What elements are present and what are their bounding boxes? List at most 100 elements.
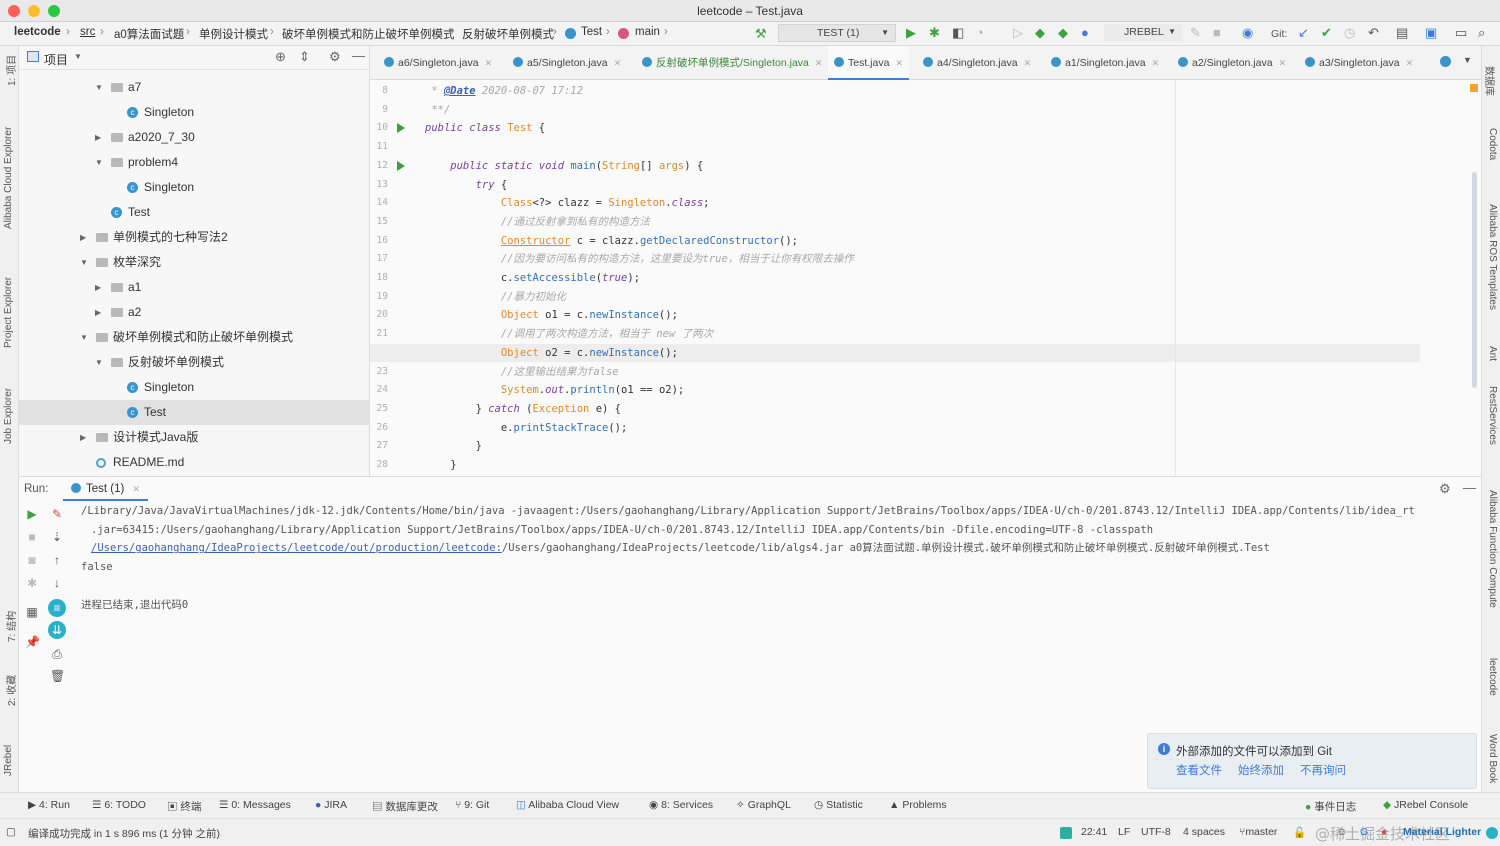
- translate-icon[interactable]: ▣: [1425, 25, 1437, 41]
- trash-icon[interactable]: 🗑: [50, 669, 65, 683]
- run-configuration-select[interactable]: TEST (1) ▼: [778, 24, 896, 42]
- theme-icon[interactable]: [1486, 827, 1498, 839]
- editor-tab[interactable]: Test.java ✕: [828, 46, 909, 80]
- collapse-arrow-icon[interactable]: ▶: [80, 425, 86, 450]
- tool-window-word-book[interactable]: Word Book: [1487, 734, 1498, 783]
- run-gutter-icon[interactable]: [397, 123, 405, 134]
- always-add-link[interactable]: 始终添加: [1238, 762, 1284, 778]
- build-hammer-icon[interactable]: ⚒: [755, 26, 767, 42]
- close-tab-icon[interactable]: ✕: [815, 58, 823, 68]
- breadcrumb-method[interactable]: main: [635, 26, 660, 38]
- sort-icon[interactable]: ⇣: [50, 530, 64, 544]
- tree-item[interactable]: c Test: [19, 400, 370, 425]
- warning-marker-icon[interactable]: [1470, 84, 1478, 92]
- tool-window-leetcode[interactable]: leetcode: [1487, 658, 1498, 696]
- tree-item[interactable]: c Singleton: [19, 375, 370, 400]
- tab-git[interactable]: ⑂ 9: Git: [455, 799, 489, 811]
- inspector-icon[interactable]: ☺: [1337, 826, 1348, 838]
- jrebel-select[interactable]: JREBEL ▼: [1104, 24, 1182, 42]
- tree-item[interactable]: ▶ a1: [19, 275, 370, 300]
- expand-arrow-icon[interactable]: ▼: [95, 350, 103, 375]
- dont-ask-again-link[interactable]: 不再询问: [1300, 762, 1346, 778]
- expand-arrow-icon[interactable]: ▼: [95, 75, 103, 100]
- run-icon[interactable]: ▶: [906, 25, 916, 41]
- tool-window-project[interactable]: 1: 项目: [3, 55, 18, 86]
- tree-item[interactable]: c Singleton: [19, 175, 370, 200]
- tree-item[interactable]: README.md: [19, 450, 370, 475]
- editor-tab[interactable]: a6/Singleton.java ✕: [378, 46, 498, 80]
- run-gutter-icon[interactable]: [397, 160, 405, 171]
- error-icon[interactable]: ●: [1381, 826, 1387, 838]
- breadcrumb-package-3[interactable]: 破坏单例模式和防止破坏单例模式: [282, 26, 455, 42]
- classpath-link[interactable]: /Users/gaohanghang/IdeaProjects/leetcode…: [91, 542, 502, 554]
- breadcrumb-package-1[interactable]: a0算法面试题: [114, 26, 184, 42]
- breadcrumb-project[interactable]: leetcode: [14, 26, 61, 38]
- editor-tab[interactable]: a5/Singleton.java ✕: [507, 46, 627, 80]
- expand-arrow-icon[interactable]: ▼: [95, 150, 103, 175]
- breadcrumb-class[interactable]: Test: [581, 26, 602, 38]
- tree-item[interactable]: ▼ 破坏单例模式和防止破坏单例模式: [19, 325, 370, 350]
- soft-wrap-icon[interactable]: ≡: [48, 599, 66, 617]
- run-tab-test[interactable]: Test (1) ✕: [63, 477, 149, 501]
- code-editor[interactable]: * @Date 2020-08-07 17:12 **/ public class…: [370, 80, 1481, 476]
- hide-panel-icon[interactable]: —: [1463, 480, 1476, 495]
- tree-item[interactable]: ▶ a2020_7_30: [19, 125, 370, 150]
- close-tab-icon[interactable]: ✕: [1024, 58, 1032, 68]
- debug-icon[interactable]: ✱: [25, 576, 39, 590]
- tree-item[interactable]: ▼ 反射破坏单例模式: [19, 350, 370, 375]
- chevron-down-icon[interactable]: ▼: [74, 52, 82, 61]
- collapse-arrow-icon[interactable]: ▶: [95, 275, 101, 300]
- editor-tab[interactable]: a2/Singleton.java ✕: [1172, 46, 1292, 80]
- tree-item[interactable]: c Singleton: [19, 100, 370, 125]
- tab-terminal[interactable]: ▣ 终端: [167, 799, 201, 814]
- git-history-icon[interactable]: ◷: [1344, 25, 1355, 41]
- jrebel-debug-icon[interactable]: ◆: [1058, 25, 1068, 41]
- breadcrumb-package-4[interactable]: 反射破坏单例模式: [462, 26, 554, 42]
- file-encoding[interactable]: UTF-8: [1141, 826, 1171, 838]
- tool-window-favorites[interactable]: 2: 收藏: [3, 675, 18, 706]
- close-tab-icon[interactable]: ✕: [614, 58, 622, 68]
- close-tab-icon[interactable]: ✕: [895, 58, 903, 68]
- maximize-window-button[interactable]: [48, 5, 60, 17]
- tree-item[interactable]: ▼ problem4: [19, 150, 370, 175]
- tab-run[interactable]: ▶ 4: Run: [28, 799, 70, 811]
- pin-icon[interactable]: 📌: [25, 635, 40, 649]
- git-update-icon[interactable]: ↙: [1298, 25, 1309, 41]
- tool-window-rest-services[interactable]: RestServices: [1487, 386, 1498, 445]
- camera-icon[interactable]: ◙: [25, 553, 39, 567]
- tool-window-alibaba-ros-templates[interactable]: Alibaba ROS Templates: [1487, 204, 1498, 310]
- collapse-arrow-icon[interactable]: ▶: [95, 300, 101, 325]
- hide-panel-icon[interactable]: —: [352, 48, 365, 63]
- rerun-icon[interactable]: ▶: [25, 507, 39, 521]
- tool-window-jrebel[interactable]: JRebel: [3, 745, 14, 776]
- stop-icon[interactable]: ■: [25, 530, 39, 544]
- stop-icon[interactable]: ■: [1213, 25, 1221, 41]
- tool-window-codota[interactable]: Codota: [1487, 128, 1498, 160]
- collapse-arrow-icon[interactable]: ▶: [95, 125, 101, 150]
- tab-event-log[interactable]: ● 事件日志: [1305, 799, 1356, 814]
- tool-window-structure[interactable]: 7: 结构: [3, 611, 18, 642]
- close-tab-icon[interactable]: ✕: [485, 58, 493, 68]
- breadcrumb-package-2[interactable]: 单例设计模式: [199, 26, 268, 42]
- git-commit-icon[interactable]: ✔: [1321, 25, 1332, 41]
- tab-problems[interactable]: ▲ Problems: [889, 799, 947, 811]
- down-arrow-icon[interactable]: ↓: [50, 576, 64, 590]
- class-icon[interactable]: [1440, 56, 1451, 67]
- tab-messages[interactable]: ☰ 0: Messages: [219, 799, 291, 811]
- view-files-link[interactable]: 查看文件: [1176, 762, 1222, 778]
- project-structure-icon[interactable]: ▤: [1396, 25, 1408, 41]
- attach-icon[interactable]: ▷: [1013, 25, 1023, 41]
- tool-window-database[interactable]: 数据库: [1483, 66, 1498, 96]
- tree-item[interactable]: ▶ 设计模式Java版: [19, 425, 370, 450]
- gear-icon[interactable]: ⚙: [329, 49, 341, 65]
- vertical-scrollbar[interactable]: [1472, 172, 1477, 388]
- tool-window-alibaba-function-compute[interactable]: Alibaba Function Compute: [1487, 490, 1498, 608]
- jrebel-info-icon[interactable]: ●: [1081, 25, 1089, 41]
- tab-jira[interactable]: ● JIRA: [315, 799, 347, 811]
- close-tab-icon[interactable]: ✕: [1152, 58, 1160, 68]
- profile-icon[interactable]: ◔: [976, 25, 984, 41]
- close-tab-icon[interactable]: ✕: [1406, 58, 1414, 68]
- tree-item[interactable]: c Test: [19, 200, 370, 225]
- tool-window-alibaba-cloud-explorer[interactable]: Alibaba Cloud Explorer: [3, 127, 14, 229]
- scroll-to-end-icon[interactable]: ⇊: [48, 621, 66, 639]
